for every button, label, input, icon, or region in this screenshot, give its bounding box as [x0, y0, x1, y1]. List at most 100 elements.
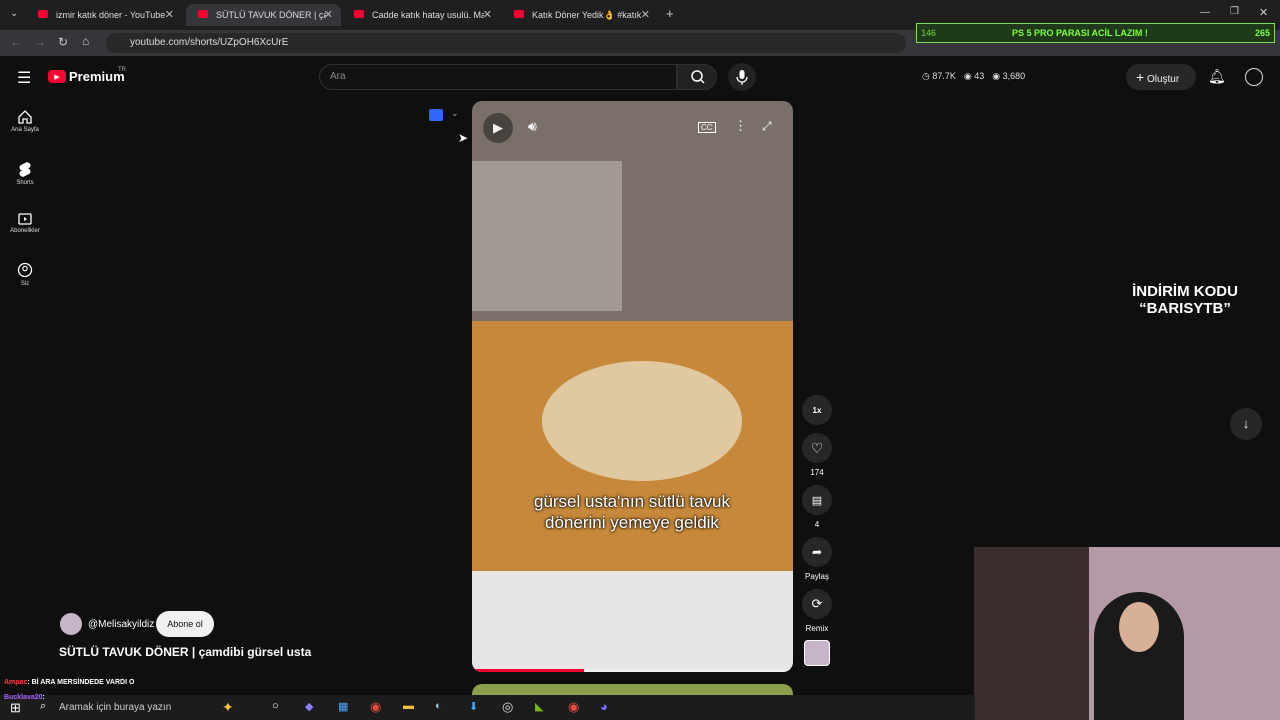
menu-icon[interactable]: ☰ — [17, 68, 31, 88]
store-icon[interactable]: ▦ — [338, 700, 348, 713]
steam-icon[interactable]: ◐ — [435, 700, 442, 712]
create-button[interactable]: + Oluştur — [1126, 64, 1196, 90]
notifications-bell-icon[interactable]: 🔔︎ — [1208, 68, 1226, 85]
tab-3[interactable]: Cadde katık hatay usulü. Marka ✕ — [342, 4, 500, 26]
close-tab-icon[interactable]: ✕ — [483, 8, 492, 21]
webcam-face — [1119, 602, 1159, 652]
speed-circle: 1x — [802, 395, 832, 425]
channel-name[interactable]: @Melisakyildiz — [88, 619, 154, 630]
restore-icon[interactable]: ❐ — [1230, 6, 1239, 17]
minimize-icon[interactable]: — — [1200, 7, 1210, 18]
stat-a: ◷ 87.7K — [922, 71, 956, 81]
user-icon — [17, 262, 33, 278]
create-label: Oluştur — [1146, 74, 1180, 85]
share-button[interactable]: ➦ Paylaş — [800, 537, 834, 581]
video-frame-grill — [472, 161, 622, 311]
extension-icon[interactable] — [429, 109, 443, 121]
chat-message: : Bİ ARA MERSİNDEDE VARDI O — [27, 679, 135, 686]
back-icon[interactable]: ← — [10, 35, 22, 49]
windows-start-icon[interactable]: ⊞ — [10, 700, 21, 716]
youtube-favicon-icon — [38, 10, 48, 18]
shorts-video-player[interactable]: ▶ 🔊︎ CC ⋮ ⤢ gürsel usta'nın sütlü tavuk … — [472, 101, 793, 672]
close-tab-icon[interactable]: ✕ — [324, 8, 333, 21]
stat-c: ◉ 3,680 — [992, 71, 1026, 81]
more-options-icon[interactable]: ⋮ — [734, 118, 747, 134]
channel-avatar[interactable] — [60, 613, 82, 635]
streamer-webcam — [974, 547, 1280, 720]
chat-user: Bucklava20 — [4, 694, 43, 701]
avatar[interactable] — [1245, 68, 1263, 86]
home-icon[interactable]: ⌂ — [82, 34, 89, 48]
logo-text: Premium — [69, 69, 125, 84]
voice-search-button[interactable] — [728, 63, 756, 91]
sidebar-item-you[interactable]: Siz — [0, 262, 50, 287]
new-tab-icon[interactable]: + — [666, 6, 674, 21]
remix-button[interactable]: ⟳ Remix — [800, 589, 834, 633]
plus-icon: + — [1136, 69, 1145, 85]
share-label: Paylaş — [804, 572, 829, 581]
forward-icon[interactable]: → — [34, 35, 46, 49]
chrome-active-icon[interactable]: ◉ — [568, 699, 579, 715]
shorts-icon — [19, 162, 31, 177]
recorder-icon[interactable]: ◎ — [502, 699, 513, 715]
chrome-icon[interactable]: ◉ — [370, 699, 381, 715]
task-view-icon[interactable]: ○ — [272, 700, 279, 712]
next-video-button[interactable]: ↓ — [1230, 408, 1262, 440]
comment-icon: ▤ — [811, 494, 823, 507]
search-button[interactable] — [677, 64, 717, 90]
heart-icon: ♡ — [810, 439, 824, 456]
tab-2[interactable]: SÜTLÜ TAVUK DÖNER | çamdib ✕ — [186, 4, 341, 26]
banner-text: PS 5 PRO PARASI ACİL LAZIM ! — [1012, 28, 1148, 38]
chevron-down-icon[interactable]: ⌄ — [451, 108, 459, 119]
tab-title: izmir katık döner - YouTube — [56, 10, 166, 20]
microphone-icon — [736, 70, 748, 85]
copilot-icon[interactable]: ✦ — [222, 699, 234, 716]
tab-1[interactable]: izmir katık döner - YouTube ✕ — [26, 4, 182, 26]
youtube-favicon-icon — [198, 10, 208, 18]
youtube-favicon-icon — [514, 10, 524, 18]
sidebar-item-label: Abonelikler — [10, 228, 40, 234]
sidebar-item-home[interactable]: Ana Sayfa — [0, 110, 50, 133]
share-icon: ➦ — [811, 545, 823, 559]
fullscreen-icon[interactable]: ⤢ — [762, 119, 772, 134]
captions-icon[interactable]: CC — [698, 122, 716, 133]
youtube-logo[interactable]: ▶ Premium TR — [48, 67, 126, 84]
chat-message: : — [42, 694, 45, 701]
subscriptions-icon — [18, 213, 32, 225]
tab-4[interactable]: Katık Döner Yedik👌 #katık #dö ✕ — [502, 4, 658, 26]
folder-icon[interactable]: ▬ — [403, 700, 414, 712]
region-label: TR — [118, 67, 126, 73]
video-title[interactable]: SÜTLÜ TAVUK DÖNER | çamdibi gürsel usta — [59, 645, 311, 659]
reload-icon[interactable]: ↻ — [58, 35, 68, 49]
close-window-icon[interactable]: ✕ — [1259, 6, 1268, 19]
taskbar-search-input[interactable]: Aramak için buraya yazın — [59, 702, 171, 713]
taskbar-search-icon[interactable]: ⌕ — [40, 700, 46, 713]
like-button[interactable]: ♡ 174 — [800, 433, 834, 477]
speed-label: 1x — [812, 405, 822, 415]
speed-button[interactable]: 1x — [802, 395, 832, 425]
sidebar-item-label: Shorts — [16, 180, 34, 186]
close-tab-icon[interactable]: ✕ — [165, 8, 174, 21]
stream-goal-banner: 146 PS 5 PRO PARASI ACİL LAZIM ! 265 — [916, 23, 1275, 43]
discord-icon[interactable]: ◕ — [600, 699, 608, 714]
app-icon[interactable]: ◆ — [305, 700, 313, 713]
download-icon[interactable]: ⬇ — [469, 700, 478, 713]
close-tab-icon[interactable]: ✕ — [641, 8, 650, 21]
search-input[interactable]: Ara — [319, 64, 677, 90]
volume-icon[interactable]: 🔊︎ — [528, 118, 537, 135]
progress-bar[interactable] — [472, 669, 793, 672]
sidebar-item-shorts[interactable]: Shorts — [0, 161, 50, 186]
tab-title: SÜTLÜ TAVUK DÖNER | çamdib — [216, 10, 326, 20]
comments-button[interactable]: ▤ 4 — [800, 485, 834, 529]
tab-search-icon[interactable]: ⌄ — [10, 8, 18, 19]
search-icon — [691, 70, 705, 84]
next-video-preview[interactable] — [472, 684, 793, 695]
sidebar-item-subscriptions[interactable]: Abonelikler — [0, 211, 50, 234]
subscribe-button[interactable]: Abone ol — [156, 611, 214, 637]
windows-taskbar: ⊞ ⌕ Aramak için buraya yazın ✦ ○ ◆ ▦ ◉ ▬… — [0, 695, 975, 720]
sound-thumbnail[interactable] — [804, 640, 830, 666]
nvidia-icon[interactable]: ◣ — [535, 700, 543, 713]
video-caption: gürsel usta'nın sütlü tavuk dönerini yem… — [533, 492, 731, 532]
play-button[interactable]: ▶ — [483, 113, 513, 143]
url-field[interactable]: youtube.com/shorts/UZpOH6XcUrE — [106, 33, 906, 53]
